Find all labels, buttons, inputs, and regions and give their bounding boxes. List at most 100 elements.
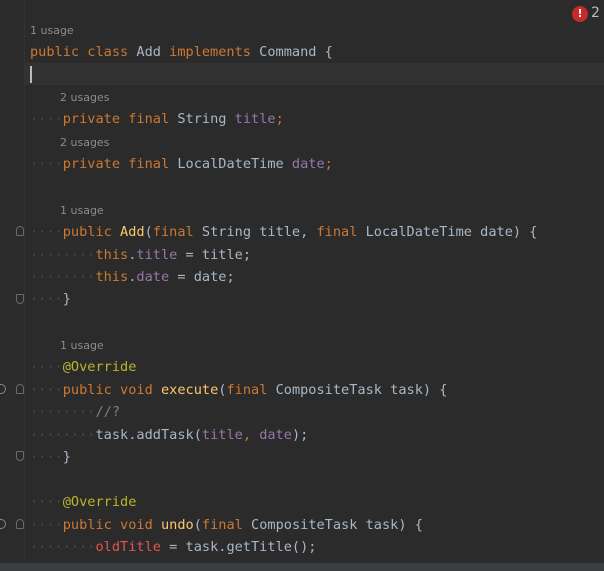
indent-dots: ····: [30, 291, 63, 307]
token: void: [120, 382, 153, 398]
usage-hint[interactable]: 1 usage: [60, 203, 104, 219]
token: title: [234, 111, 276, 127]
token: private: [62, 111, 121, 127]
indent-dots: ····: [30, 449, 63, 465]
code-line-close-brace[interactable]: ····}: [30, 446, 604, 468]
horizontal-scrollbar[interactable]: [0, 563, 604, 571]
token: public: [62, 224, 112, 240]
code-line-undo-method[interactable]: ····public void undo(final CompositeTask…: [30, 514, 604, 536]
indent-dots: ····: [30, 494, 63, 510]
token: }: [62, 449, 71, 465]
token: private: [62, 156, 121, 172]
token: String: [169, 111, 235, 127]
token: date: [291, 156, 325, 172]
token: public: [62, 517, 112, 533]
editor-gutter[interactable]: [0, 0, 25, 571]
token-unresolved: oldTitle: [95, 539, 161, 555]
token: task.addTask(: [95, 427, 202, 443]
token: }: [62, 291, 71, 307]
token: ;: [324, 156, 333, 172]
token: Add: [128, 44, 170, 60]
code-line-add-task-call[interactable]: ········task.addTask(title, date);: [30, 424, 604, 446]
code-line-old-title-assign[interactable]: ········oldTitle = task.getTitle();: [30, 536, 604, 558]
text-caret: [30, 66, 32, 83]
indent-dots: ····: [30, 359, 63, 375]
code-line-execute-method[interactable]: ····public void execute(final CompositeT…: [30, 379, 604, 401]
token: this: [95, 247, 129, 263]
indent-dots: ····: [30, 382, 63, 398]
usage-hint[interactable]: 2 usages: [60, 90, 109, 106]
token: date: [136, 269, 170, 285]
indent-dots: ········: [30, 539, 96, 555]
token: final: [128, 111, 170, 127]
code-line-comment[interactable]: ········//?: [30, 401, 604, 423]
token: CompositeTask task) {: [242, 517, 423, 533]
token: @Override: [62, 494, 137, 510]
token: = task.getTitle();: [160, 539, 317, 555]
implements-method-icon[interactable]: [0, 519, 6, 529]
token: final: [226, 382, 268, 398]
token: final: [316, 224, 358, 240]
token: LocalDateTime: [169, 156, 292, 172]
token: ;: [275, 111, 284, 127]
token: = title;: [177, 247, 252, 263]
usage-hint[interactable]: 1 usage: [60, 338, 104, 354]
fold-toggle-icon[interactable]: [16, 294, 24, 304]
indent-dots: ········: [30, 269, 96, 285]
indent-dots: ····: [30, 156, 63, 172]
usage-hint[interactable]: 1 usage: [30, 23, 74, 39]
token: this: [95, 269, 129, 285]
code-editor[interactable]: 1 usage public class Add implements Comm…: [24, 0, 604, 571]
code-line-field-title[interactable]: ····private final String title;: [30, 108, 604, 130]
token: @Override: [62, 359, 137, 375]
token: title: [201, 427, 243, 443]
token: class: [87, 44, 129, 60]
usage-hint[interactable]: 2 usages: [60, 135, 109, 151]
fold-toggle-icon[interactable]: [16, 384, 24, 394]
token: String title,: [193, 224, 317, 240]
code-line-field-date[interactable]: ····private final LocalDateTime date;: [30, 153, 604, 175]
indent-dots: ····: [30, 224, 63, 240]
code-line-close-brace[interactable]: ····}: [30, 288, 604, 310]
indent-dots: ····: [30, 517, 63, 533]
fold-toggle-icon[interactable]: [16, 451, 24, 461]
code-line-assign-title[interactable]: ········this.title = title;: [30, 244, 604, 266]
implements-method-icon[interactable]: [0, 384, 6, 394]
token: final: [128, 156, 170, 172]
fold-toggle-icon[interactable]: [16, 519, 24, 529]
current-line-highlight: [24, 63, 604, 85]
token: date: [259, 427, 292, 443]
token: CompositeTask task) {: [267, 382, 448, 398]
code-line-constructor[interactable]: ····public Add(final String title, final…: [30, 221, 604, 243]
token: final: [201, 517, 243, 533]
token: implements: [169, 44, 251, 60]
fold-toggle-icon[interactable]: [16, 226, 24, 236]
token: ,: [242, 427, 260, 443]
token: (: [144, 224, 153, 240]
token: = date;: [169, 269, 235, 285]
token: Add: [120, 224, 145, 240]
token: Command {: [250, 44, 333, 60]
indent-dots: ········: [30, 247, 96, 263]
token: LocalDateTime date) {: [357, 224, 538, 240]
token: public: [62, 382, 112, 398]
token: //?: [95, 404, 121, 420]
indent-dots: ········: [30, 427, 96, 443]
token: execute: [160, 382, 219, 398]
indent-dots: ········: [30, 404, 96, 420]
code-line-override-annotation[interactable]: ····@Override: [30, 356, 604, 378]
indent-dots: ····: [30, 111, 63, 127]
token: (: [193, 517, 202, 533]
code-line-class-declaration[interactable]: public class Add implements Command {: [30, 41, 604, 63]
code-line-override-annotation[interactable]: ····@Override: [30, 491, 604, 513]
token: undo: [160, 517, 194, 533]
token: title: [136, 247, 178, 263]
code-line-assign-date[interactable]: ········this.date = date;: [30, 266, 604, 288]
token: void: [120, 517, 153, 533]
